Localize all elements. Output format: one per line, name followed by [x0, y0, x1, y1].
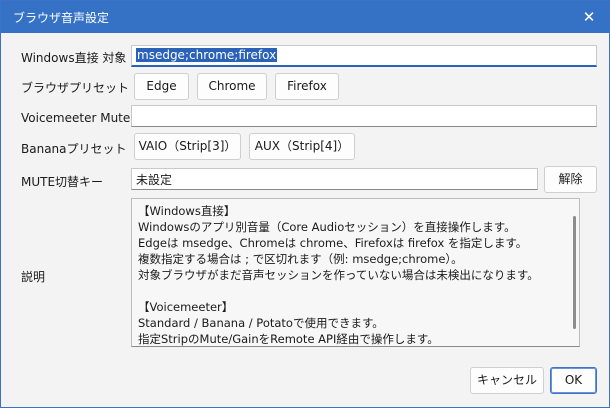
windows-direct-input[interactable]: msedge;chrome;firefox: [131, 45, 597, 67]
browser-preset-label: ブラウザプリセット: [21, 81, 130, 95]
chrome-preset-button[interactable]: Chrome: [197, 73, 267, 100]
description-line: Windowsのアプリ別音量（Core Audioセッション）を直接操作します。: [138, 220, 516, 234]
mute-hotkey-label: MUTE切替キー: [21, 175, 104, 189]
cancel-button[interactable]: キャンセル: [470, 367, 544, 394]
description-line: 【Voicemeeter】: [138, 300, 234, 314]
voicemeeter-mute-label: Voicemeeter Mute: [21, 111, 131, 125]
close-button[interactable]: ✕: [577, 5, 601, 29]
edge-preset-button[interactable]: Edge: [134, 73, 189, 100]
description-line: 対象ブラウザがまだ音声セッションを作っていない場合は未検出になります。: [138, 268, 539, 282]
description-line: 指定StripのMute/GainをRemote API経由で操作します。: [138, 332, 439, 346]
description-textarea[interactable]: 【Windows直接】 Windowsのアプリ別音量（Core Audioセッシ…: [131, 198, 580, 347]
description-label: 説明: [21, 270, 46, 284]
description-scrollbar[interactable]: [573, 216, 576, 329]
description-line: Edgeは msedge、Chromeは chrome、Firefoxは fir…: [138, 236, 528, 250]
settings-dialog: ブラウザ音声設定 ✕ Windows直接 対象 msedge;chrome;fi…: [0, 0, 610, 408]
firefox-preset-button[interactable]: Firefox: [275, 73, 339, 100]
banana-preset-label: Bananaプリセット: [21, 142, 127, 156]
aux-strip-button[interactable]: AUX（Strip[4]）: [249, 133, 355, 160]
windows-direct-label: Windows直接 対象: [21, 51, 127, 65]
description-line: 複数指定する場合は ; で区切れます（例: msedge;chrome）。: [138, 252, 463, 266]
description-line: 【Windows直接】: [138, 204, 236, 218]
ok-button[interactable]: OK: [550, 367, 597, 394]
title-bar: ブラウザ音声設定 ✕: [1, 1, 609, 33]
mute-hotkey-input[interactable]: 未設定: [131, 168, 538, 190]
clear-hotkey-button[interactable]: 解除: [544, 166, 597, 193]
vaio-strip-button[interactable]: VAIO（Strip[3]）: [134, 133, 241, 160]
windows-direct-value: msedge;chrome;firefox: [136, 48, 278, 62]
voicemeeter-mute-input[interactable]: [131, 105, 597, 127]
description-line: Standard / Banana / Potatoで使用できます。: [138, 316, 384, 330]
close-icon: ✕: [582, 8, 596, 26]
window-title: ブラウザ音声設定: [13, 11, 110, 25]
